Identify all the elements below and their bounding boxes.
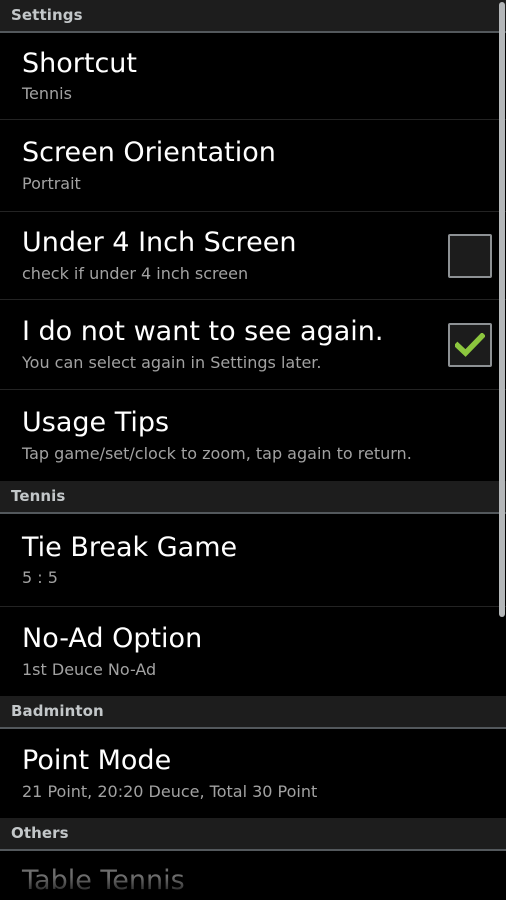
preference-summary: Tennis bbox=[22, 84, 72, 104]
preference-row-usage-tips[interactable]: Usage Tips Tap game/set/clock to zoom, t… bbox=[0, 390, 506, 481]
preference-summary: 5 : 5 bbox=[22, 568, 58, 588]
preference-row-shortcut[interactable]: Shortcut Tennis bbox=[0, 33, 506, 120]
section-header-label: Others bbox=[11, 824, 69, 842]
preference-text: Under 4 Inch Screen check if under 4 inc… bbox=[22, 227, 434, 283]
section-header-tennis: Tennis bbox=[0, 481, 506, 514]
preference-summary: Tap game/set/clock to zoom, tap again to… bbox=[22, 443, 412, 463]
preference-text: No-Ad Option 1st Deuce No-Ad bbox=[22, 623, 492, 679]
preference-title: I do not want to see again. bbox=[22, 316, 384, 348]
preference-title: No-Ad Option bbox=[22, 623, 203, 655]
preference-summary: 21 Point, 20:20 Deuce, Total 30 Point bbox=[22, 781, 318, 801]
preference-text: I do not want to see again. You can sele… bbox=[22, 316, 434, 372]
preference-title: Point Mode bbox=[22, 745, 172, 777]
section-header-settings: Settings bbox=[0, 0, 506, 33]
section-header-label: Tennis bbox=[11, 487, 66, 505]
preference-row-point-mode[interactable]: Point Mode 21 Point, 20:20 Deuce, Total … bbox=[0, 729, 506, 818]
settings-screen: Settings Shortcut Tennis Screen Orientat… bbox=[0, 0, 506, 900]
section-header-badminton: Badminton bbox=[0, 696, 506, 729]
preference-text: Screen Orientation Portrait bbox=[22, 137, 492, 193]
preference-title: Screen Orientation bbox=[22, 137, 276, 169]
preference-title: Tie Break Game bbox=[22, 531, 238, 563]
preference-row-do-not-show-again[interactable]: I do not want to see again. You can sele… bbox=[0, 300, 506, 390]
checkmark-icon bbox=[455, 332, 485, 357]
preference-title: Under 4 Inch Screen bbox=[22, 227, 297, 259]
checkbox-do-not-show-again[interactable] bbox=[448, 322, 492, 367]
preference-summary: Portrait bbox=[22, 173, 81, 193]
preference-row-no-ad-option[interactable]: No-Ad Option 1st Deuce No-Ad bbox=[0, 607, 506, 696]
preference-row-screen-orientation[interactable]: Screen Orientation Portrait bbox=[0, 120, 506, 212]
preference-text: Shortcut Tennis bbox=[22, 47, 492, 104]
scrollbar-track[interactable] bbox=[498, 0, 506, 900]
preference-summary: You can select again in Settings later. bbox=[22, 352, 322, 372]
scrollbar-thumb[interactable] bbox=[499, 2, 505, 617]
preference-text: Point Mode 21 Point, 20:20 Deuce, Total … bbox=[22, 745, 492, 801]
preference-text: Table Tennis bbox=[22, 864, 492, 896]
checkbox-under-4-inch-screen[interactable] bbox=[448, 233, 492, 278]
preference-title: Shortcut bbox=[22, 47, 138, 79]
preference-row-tie-break-game[interactable]: Tie Break Game 5 : 5 bbox=[0, 514, 506, 607]
preference-row-table-tennis[interactable]: Table Tennis bbox=[0, 851, 506, 900]
section-header-others: Others bbox=[0, 818, 506, 851]
preference-summary: 1st Deuce No-Ad bbox=[22, 659, 157, 679]
preference-title: Table Tennis bbox=[22, 864, 185, 896]
preference-summary: check if under 4 inch screen bbox=[22, 263, 249, 283]
preference-title: Usage Tips bbox=[22, 407, 170, 439]
preference-text: Tie Break Game 5 : 5 bbox=[22, 531, 492, 588]
section-header-label: Settings bbox=[11, 6, 83, 24]
section-header-label: Badminton bbox=[11, 702, 104, 720]
preference-row-under-4-inch-screen[interactable]: Under 4 Inch Screen check if under 4 inc… bbox=[0, 212, 506, 300]
preference-text: Usage Tips Tap game/set/clock to zoom, t… bbox=[22, 407, 492, 463]
